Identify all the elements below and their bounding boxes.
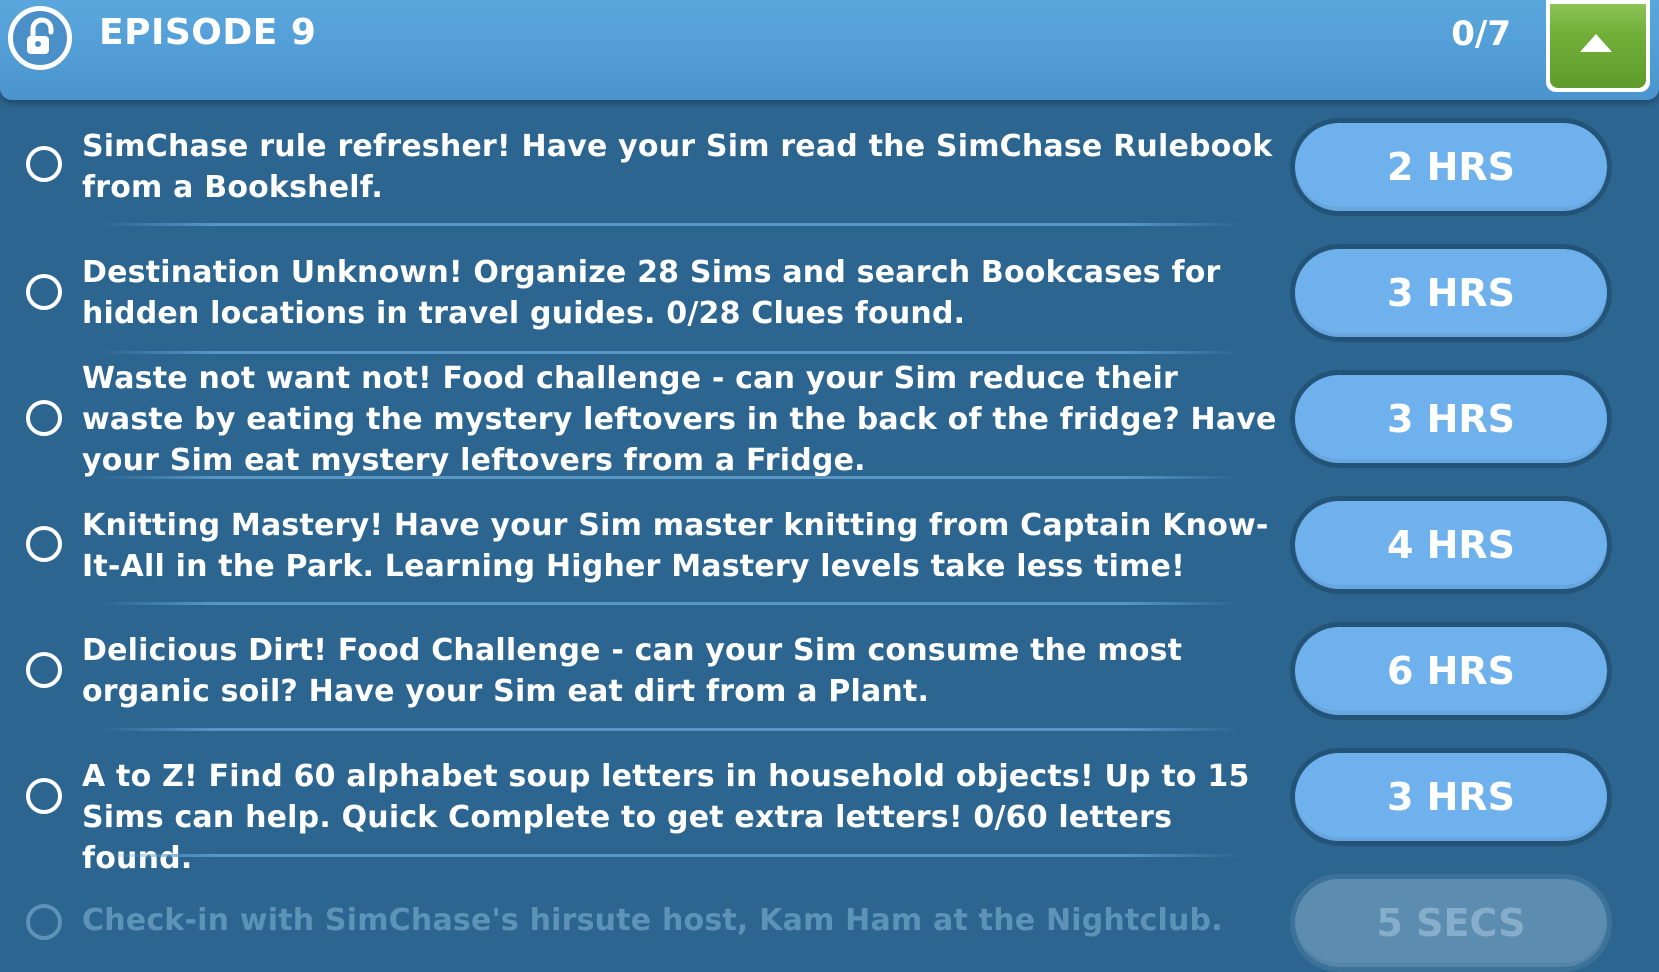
task-checkbox[interactable]: [26, 652, 62, 688]
task-checkbox[interactable]: [26, 146, 62, 182]
divider: [100, 223, 1240, 226]
task-time-button[interactable]: 4 HRS: [1290, 496, 1612, 594]
task-description: Waste not want not! Food challenge - can…: [82, 361, 1277, 478]
task-checkbox[interactable]: [26, 274, 62, 310]
divider: [100, 476, 1240, 479]
collapse-button[interactable]: [1546, 0, 1650, 92]
task-description: A to Z! Find 60 alphabet soup letters in…: [82, 759, 1250, 876]
task-time-button[interactable]: 6 HRS: [1290, 622, 1612, 720]
episode-title: EPISODE 9: [99, 12, 317, 53]
unlock-icon: [8, 6, 72, 70]
task-time-button[interactable]: 3 HRS: [1290, 370, 1612, 468]
divider: [100, 351, 1240, 354]
divider: [100, 602, 1240, 605]
task-time-button[interactable]: 3 HRS: [1290, 244, 1612, 342]
task-time-button[interactable]: 2 HRS: [1290, 118, 1612, 216]
task-checkbox[interactable]: [26, 778, 62, 814]
task-time-button[interactable]: 3 HRS: [1290, 748, 1612, 846]
caret-up-icon: [1580, 34, 1612, 52]
task-time-button[interactable]: 5 SECS: [1290, 874, 1612, 972]
task-checkbox[interactable]: [26, 400, 62, 436]
task-description: Knitting Mastery! Have your Sim master k…: [82, 508, 1269, 584]
task-description: SimChase rule refresher! Have your Sim r…: [82, 129, 1273, 205]
divider: [100, 728, 1240, 731]
divider: [100, 854, 1240, 857]
task-checkbox[interactable]: [26, 904, 62, 940]
task-checkbox[interactable]: [26, 526, 62, 562]
task-description: Destination Unknown! Organize 28 Sims an…: [82, 255, 1221, 331]
task-description: Check-in with SimChase's hirsute host, K…: [82, 903, 1223, 938]
progress-count: 0/7: [1451, 14, 1511, 54]
episode-header: EPISODE 9 0/7: [0, 0, 1659, 100]
task-description: Delicious Dirt! Food Challenge - can you…: [82, 633, 1183, 709]
